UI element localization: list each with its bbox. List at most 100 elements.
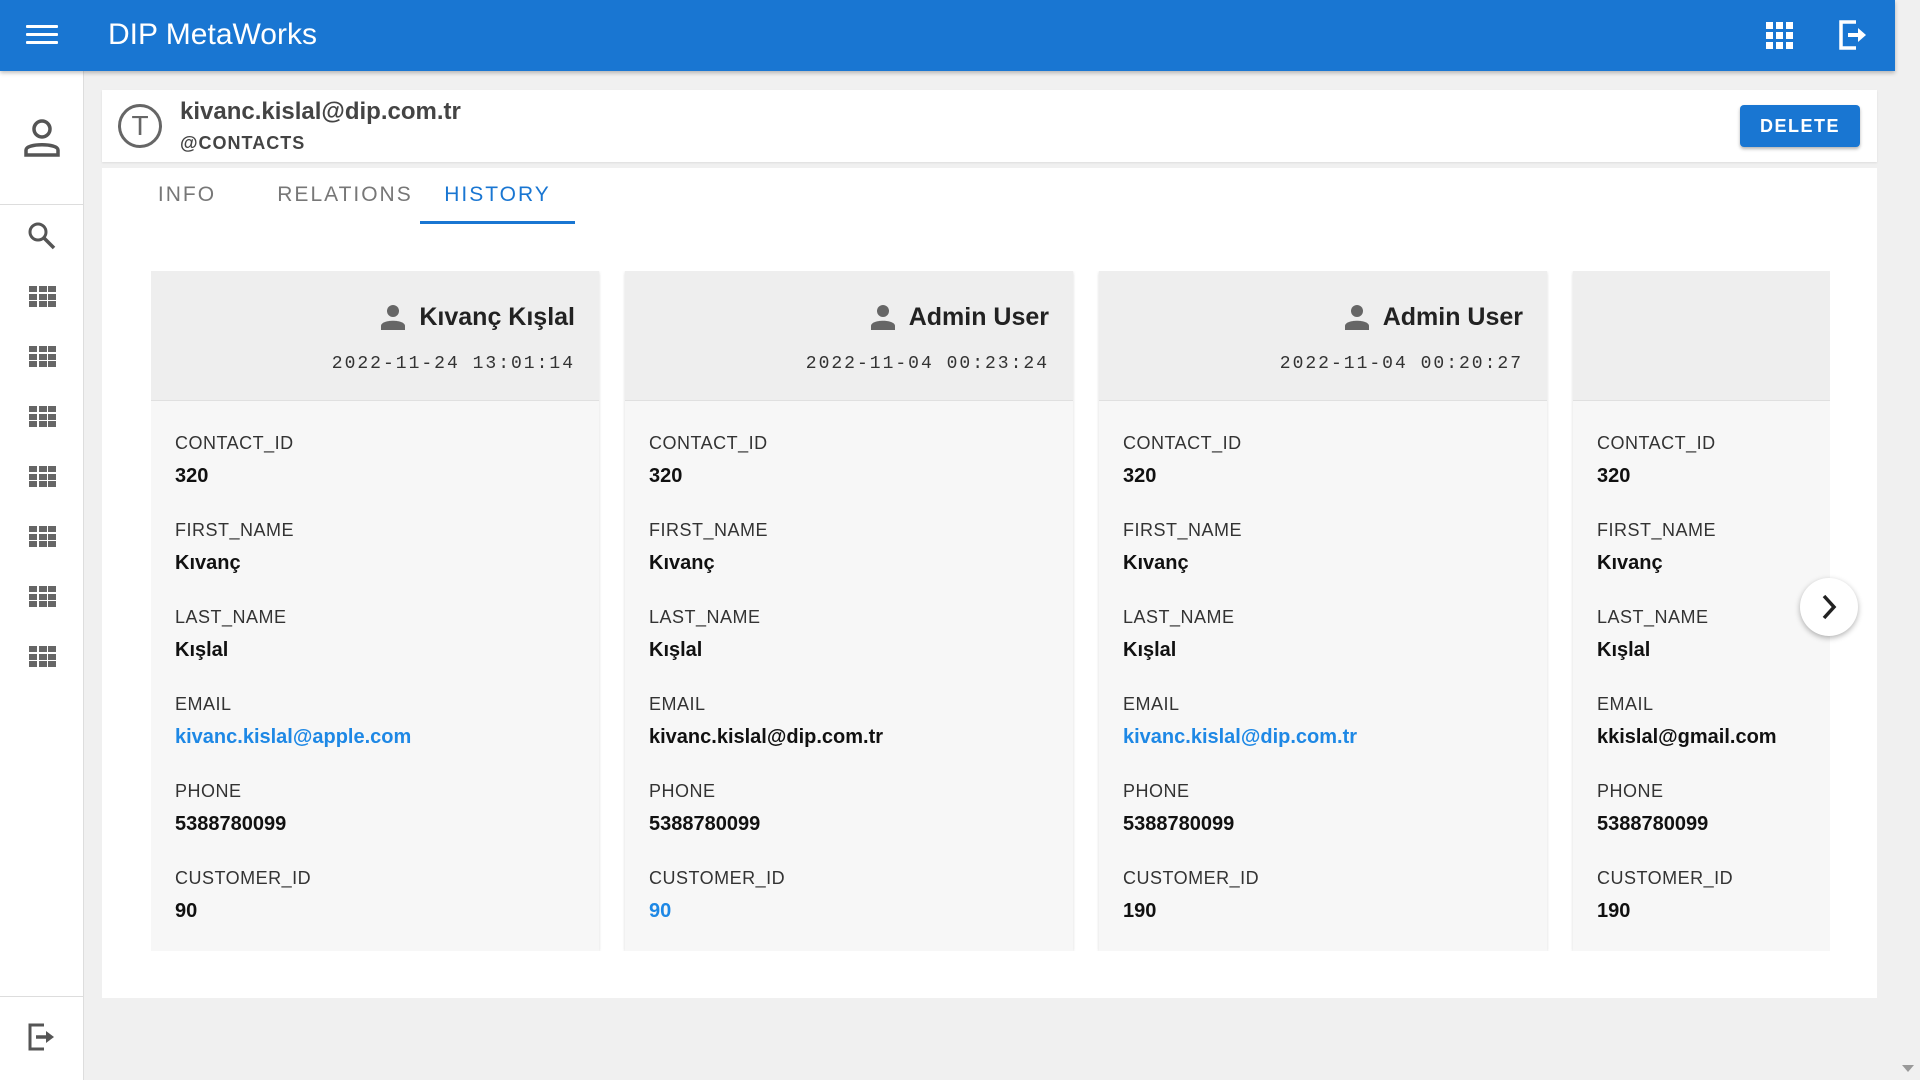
field-label: PHONE bbox=[1597, 781, 1664, 801]
history-user: Admin User bbox=[1343, 301, 1523, 333]
field-label: FIRST_NAME bbox=[1123, 520, 1243, 540]
history-user-name: Kıvanç Kışlal bbox=[419, 302, 575, 331]
history-field: CONTACT_ID 320 bbox=[1597, 431, 1777, 518]
field-label: LAST_NAME bbox=[1123, 607, 1235, 627]
person-icon bbox=[1344, 305, 1369, 330]
history-field: CUSTOMER_ID 90 bbox=[649, 866, 883, 951]
field-label: FIRST_NAME bbox=[1597, 520, 1717, 540]
history-field: LAST_NAME Kışlal bbox=[649, 605, 883, 692]
history-field: EMAIL kkislal@gmail.com bbox=[1597, 692, 1777, 779]
record-subtitle: @CONTACTS bbox=[180, 133, 306, 153]
field-value: 90 bbox=[175, 900, 198, 922]
search-icon[interactable] bbox=[27, 221, 57, 251]
sidebar-item-apps-6[interactable] bbox=[29, 586, 56, 607]
field-value: 190 bbox=[1597, 900, 1631, 922]
field-value[interactable]: kivanc.kislal@dip.com.tr bbox=[1123, 724, 1357, 750]
field-label: PHONE bbox=[1123, 781, 1190, 801]
person-icon bbox=[381, 305, 406, 330]
field-label: CUSTOMER_ID bbox=[1597, 868, 1734, 888]
field-label: CUSTOMER_ID bbox=[1123, 868, 1260, 888]
history-field: PHONE 5388780099 bbox=[1597, 779, 1777, 866]
history-field: EMAIL kivanc.kislal@dip.com.tr bbox=[1123, 692, 1357, 779]
history-card-header: Admin User 2022-11-04 00:23:24 bbox=[625, 271, 1073, 401]
sidebar-item-apps-5[interactable] bbox=[29, 526, 56, 547]
field-label: CUSTOMER_ID bbox=[175, 868, 312, 888]
field-value: Kışlal bbox=[1597, 639, 1651, 661]
history-field: FIRST_NAME Kıvanç bbox=[1123, 518, 1357, 605]
field-value: Kışlal bbox=[175, 639, 229, 661]
tab-relations[interactable]: RELATIONS bbox=[262, 168, 428, 224]
sidebar-item-apps-2[interactable] bbox=[29, 346, 56, 367]
field-value: 320 bbox=[175, 465, 209, 487]
history-field: PHONE 5388780099 bbox=[1123, 779, 1357, 866]
delete-button[interactable]: DELETE bbox=[1740, 105, 1860, 147]
page-scrollbar[interactable] bbox=[1895, 0, 1920, 1080]
field-label: LAST_NAME bbox=[175, 607, 287, 627]
scroll-down-arrow-icon[interactable] bbox=[1902, 1065, 1914, 1072]
field-value[interactable]: 90 bbox=[649, 898, 883, 924]
tab-info[interactable]: INFO bbox=[120, 168, 254, 224]
record-header: T kivanc.kislal@dip.com.tr @CONTACTS DEL… bbox=[102, 90, 1877, 162]
record-title: kivanc.kislal@dip.com.tr bbox=[180, 98, 461, 125]
field-value[interactable]: kivanc.kislal@apple.com bbox=[175, 724, 411, 750]
field-label: CONTACT_ID bbox=[1123, 433, 1242, 453]
history-field: EMAIL kivanc.kislal@dip.com.tr bbox=[649, 692, 883, 779]
tab-bar: INFO RELATIONS HISTORY bbox=[102, 168, 1877, 224]
history-date: 2022-11-04 00:20:27 bbox=[1279, 354, 1523, 374]
logout-icon[interactable] bbox=[1836, 18, 1868, 52]
history-card: Admin User 2022-11-04 00:23:24 CONTACT_ID 3… bbox=[625, 271, 1073, 951]
logout-icon[interactable] bbox=[26, 1020, 56, 1054]
sidebar-item-apps-1[interactable] bbox=[29, 286, 56, 307]
history-field: LAST_NAME Kışlal bbox=[1597, 605, 1777, 692]
field-label: CONTACT_ID bbox=[175, 433, 294, 453]
sidebar-item-apps-7[interactable] bbox=[29, 646, 56, 667]
history-field: LAST_NAME Kışlal bbox=[175, 605, 411, 692]
sidebar-divider bbox=[0, 996, 84, 997]
sidebar-item-apps-4[interactable] bbox=[29, 466, 56, 487]
history-field: FIRST_NAME Kıvanç bbox=[175, 518, 411, 605]
history-field: CONTACT_ID 320 bbox=[175, 431, 411, 518]
field-value: 5388780099 bbox=[649, 813, 761, 835]
history-field: CUSTOMER_ID 190 bbox=[1123, 866, 1357, 951]
app-bar: DIP MetaWorks bbox=[0, 0, 1895, 71]
person-icon[interactable] bbox=[22, 117, 62, 159]
field-label: PHONE bbox=[649, 781, 716, 801]
history-card-header: 2022- bbox=[1573, 271, 1830, 401]
field-label: EMAIL bbox=[1597, 694, 1654, 714]
sidebar-item-apps-3[interactable] bbox=[29, 406, 56, 427]
field-label: EMAIL bbox=[649, 694, 706, 714]
history-field: CUSTOMER_ID 190 bbox=[1597, 866, 1777, 951]
history-user-name: Admin User bbox=[908, 302, 1049, 331]
history-card-header: Admin User 2022-11-04 00:20:27 bbox=[1099, 271, 1547, 401]
apps-icon[interactable] bbox=[1766, 22, 1793, 49]
history-field: CUSTOMER_ID 90 bbox=[175, 866, 411, 951]
carousel-next-button[interactable] bbox=[1800, 578, 1858, 636]
history-card: Kıvanç Kışlal 2022-11-24 13:01:14 CONTACT_… bbox=[151, 271, 599, 951]
field-label: LAST_NAME bbox=[1597, 607, 1709, 627]
tab-history[interactable]: HISTORY bbox=[420, 168, 575, 224]
history-field: CONTACT_ID 320 bbox=[649, 431, 883, 518]
field-value: 320 bbox=[1597, 465, 1631, 487]
history-card: Admin User 2022-11-04 00:20:27 CONTACT_ID 3… bbox=[1099, 271, 1547, 951]
history-field: LAST_NAME Kışlal bbox=[1123, 605, 1357, 692]
history-field: FIRST_NAME Kıvanç bbox=[1597, 518, 1777, 605]
field-value: Kıvanç bbox=[1597, 552, 1663, 574]
field-value: kivanc.kislal@dip.com.tr bbox=[649, 726, 884, 748]
person-icon bbox=[870, 305, 895, 330]
history-field: EMAIL kivanc.kislal@apple.com bbox=[175, 692, 411, 779]
field-value: Kıvanç bbox=[175, 552, 241, 574]
history-field: CONTACT_ID 320 bbox=[1123, 431, 1357, 518]
field-label: FIRST_NAME bbox=[649, 520, 769, 540]
app-title: DIP MetaWorks bbox=[108, 18, 317, 51]
field-value: 5388780099 bbox=[175, 813, 287, 835]
history-carousel: Kıvanç Kışlal 2022-11-24 13:01:14 CONTACT_… bbox=[151, 271, 1830, 951]
history-date: 2022-11-24 13:01:14 bbox=[331, 354, 575, 374]
field-value: Kıvanç bbox=[649, 552, 715, 574]
field-value: 5388780099 bbox=[1123, 813, 1235, 835]
field-label: EMAIL bbox=[175, 694, 232, 714]
sidebar bbox=[0, 71, 84, 1080]
chevron-right-icon bbox=[1822, 594, 1837, 620]
menu-icon[interactable] bbox=[26, 22, 58, 50]
history-card-header: Kıvanç Kışlal 2022-11-24 13:01:14 bbox=[151, 271, 599, 401]
field-value: 320 bbox=[649, 465, 683, 487]
